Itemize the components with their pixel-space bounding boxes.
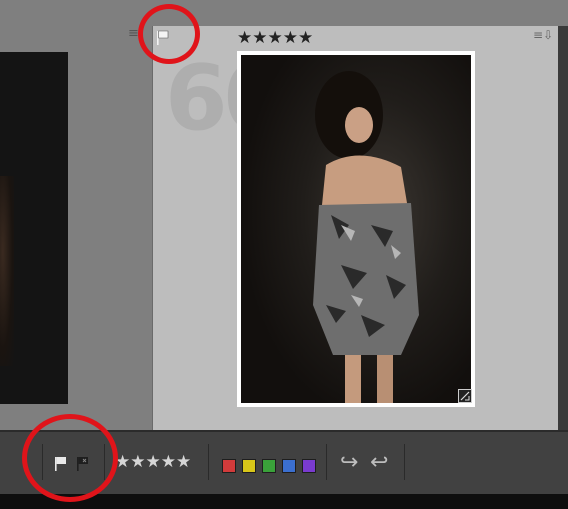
toolbar-divider — [42, 444, 43, 480]
flag-icon[interactable] — [156, 30, 170, 46]
toolbar-divider — [104, 444, 105, 480]
grid-scroll-edge[interactable] — [558, 26, 568, 430]
rotate-left-icon[interactable]: ↪ — [340, 450, 358, 475]
sort-arrow-icon[interactable]: ⇩ — [543, 28, 553, 42]
cell-menu-icon[interactable]: ≡ — [128, 27, 146, 42]
filmstrip-bottom — [0, 494, 568, 509]
lightroom-library-window: 7 ≡ 60 ★★★★★ ≡⇩ — [0, 0, 568, 509]
rotate-right-icon[interactable]: ↩ — [370, 450, 388, 475]
toolbar-divider — [208, 444, 209, 480]
thumbnail-left-figure — [0, 176, 14, 366]
cell-menu-icon[interactable]: ≡⇩ — [533, 28, 553, 42]
color-label-yellow[interactable] — [242, 459, 256, 473]
thumbnail-figure — [313, 71, 419, 403]
edit-badge-icon — [458, 389, 472, 403]
color-label-red[interactable] — [222, 459, 236, 473]
reject-flag-icon[interactable] — [76, 456, 90, 472]
bottom-toolbar: ★★★★★ ↪ ↩ — [0, 430, 568, 496]
toolbar-divider — [404, 444, 405, 480]
color-label-purple[interactable] — [302, 459, 316, 473]
color-label-blue[interactable] — [282, 459, 296, 473]
star-rating[interactable]: ★★★★★ — [115, 452, 191, 472]
menu-icon[interactable]: ≡ — [533, 28, 543, 42]
filmstrip-top-bar — [0, 0, 568, 26]
flag-icon[interactable] — [54, 456, 68, 472]
star-rating[interactable]: ★★★★★ — [237, 28, 313, 48]
toolbar-divider — [326, 444, 327, 480]
thumbnail-selected[interactable] — [241, 55, 471, 403]
grid-cell-selected[interactable]: 60 ★★★★★ ≡⇩ — [153, 26, 558, 430]
grid-cell-left[interactable]: 7 ≡ — [0, 26, 152, 430]
color-label-green[interactable] — [262, 459, 276, 473]
